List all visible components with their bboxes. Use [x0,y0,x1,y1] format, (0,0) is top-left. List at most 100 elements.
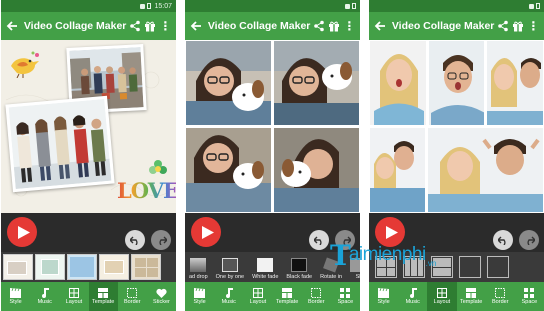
undo-icon [313,236,322,245]
undo-button[interactable] [493,230,513,250]
nav-style[interactable]: Style [185,282,214,311]
nav-style[interactable]: Style [369,282,398,311]
share-icon[interactable] [496,17,509,35]
layout-option[interactable] [459,256,481,278]
collage-photo-2[interactable] [5,95,115,193]
music-note-icon [225,288,233,298]
nav-style[interactable]: Style [1,282,30,311]
nav-label: Sticker [153,299,170,305]
play-button[interactable] [375,217,405,247]
transition-one-by-one[interactable]: One by one [214,254,246,280]
status-icons [529,3,540,9]
layout-cell [405,258,411,276]
layout-option[interactable] [431,256,453,278]
transition-slide[interactable]: Sl [348,254,360,280]
nav-border[interactable]: Border [486,282,515,311]
layout-option[interactable] [487,256,509,278]
nav-label: Template [91,299,115,305]
gift-icon[interactable] [512,17,525,35]
transition-black-fade[interactable]: Black fade [284,254,314,280]
redo-button[interactable] [519,230,539,250]
app-title: Video Collage Maker [23,20,127,32]
redo-button[interactable] [335,230,355,250]
template-thumb[interactable] [131,254,161,280]
template-thumb[interactable] [99,254,129,280]
layout-cell [377,258,386,267]
clapper-icon [194,288,206,298]
bird-sticker[interactable] [7,50,41,78]
app-title: Video Collage Maker [207,20,311,32]
layout-cell [411,258,417,276]
collage-cell-1[interactable] [185,40,272,126]
collage-cell-3[interactable] [486,40,544,126]
undo-button[interactable] [309,230,329,250]
collage-canvas[interactable]: LOVE [1,40,176,213]
flower-sticker[interactable] [147,158,169,180]
layout-option[interactable] [375,256,397,278]
transition-drop[interactable]: ad drop [187,254,210,280]
nav-border[interactable]: Border [118,282,147,311]
space-icon [340,288,351,298]
nav-music[interactable]: Music [214,282,243,311]
play-button[interactable] [191,217,221,247]
template-thumb[interactable] [3,254,33,280]
nav-label: Template [459,299,483,305]
more-options-icon[interactable]: ⋮ [527,17,540,35]
bottom-nav: Style Music Layout Template Border Space [369,282,544,311]
share-icon[interactable] [128,17,141,35]
nav-music[interactable]: Music [398,282,427,311]
collage-cell-2[interactable] [428,40,485,126]
collage-canvas[interactable] [369,40,544,213]
play-button[interactable] [7,217,37,247]
layout-cell [417,258,423,276]
nav-border[interactable]: Border [302,282,331,311]
collage-cell-3[interactable] [185,127,272,213]
nav-layout[interactable]: Layout [59,282,88,311]
transition-label: One by one [215,274,245,280]
app-toolbar: Video Collage Maker ⋮ [185,12,360,40]
layout-strip [369,252,544,282]
nav-template[interactable]: Template [273,282,302,311]
collage-cell-5[interactable] [427,127,544,213]
transition-rotate-in[interactable]: Rotate in [318,254,344,280]
nav-label: Style [377,299,390,305]
gift-icon[interactable] [144,17,157,35]
transition-label: Rotate in [320,274,343,280]
nav-label: Layout [433,299,451,305]
love-sticker[interactable]: LOVE [117,178,176,203]
template-thumb[interactable] [35,254,65,280]
collage-cell-2[interactable] [273,40,360,126]
collage-cell-4[interactable] [369,127,426,213]
collage-canvas[interactable] [185,40,360,213]
gift-icon[interactable] [328,17,341,35]
layout-cell [433,267,451,276]
nav-template[interactable]: Template [88,282,118,311]
nav-layout[interactable]: Layout [243,282,272,311]
template-thumb[interactable] [67,254,97,280]
more-options-icon[interactable]: ⋮ [343,17,356,35]
back-arrow-icon[interactable] [5,17,20,35]
redo-icon [526,236,535,245]
more-options-icon[interactable]: ⋮ [159,17,172,35]
nav-music[interactable]: Music [30,282,59,311]
nav-label: Style [9,299,22,305]
nav-sticker[interactable]: Sticker [147,282,176,311]
collage-cell-1[interactable] [369,40,427,126]
undo-button[interactable] [125,230,145,250]
layout-option[interactable] [403,256,425,278]
battery-icon [536,3,540,9]
transition-white-fade[interactable]: White fade [250,254,280,280]
nav-layout[interactable]: Layout [427,282,457,311]
nav-space[interactable]: Space [515,282,544,311]
back-arrow-icon[interactable] [373,17,388,35]
redo-button[interactable] [151,230,171,250]
transition-label: White fade [252,274,279,280]
nav-space[interactable]: Space [331,282,360,311]
girl-dog-photo [274,128,359,212]
collage-cell-4[interactable] [273,127,360,213]
nav-template[interactable]: Template [457,282,486,311]
template-icon [282,288,293,298]
back-arrow-icon[interactable] [189,17,204,35]
nav-label: Layout [249,299,267,305]
share-icon[interactable] [312,17,325,35]
